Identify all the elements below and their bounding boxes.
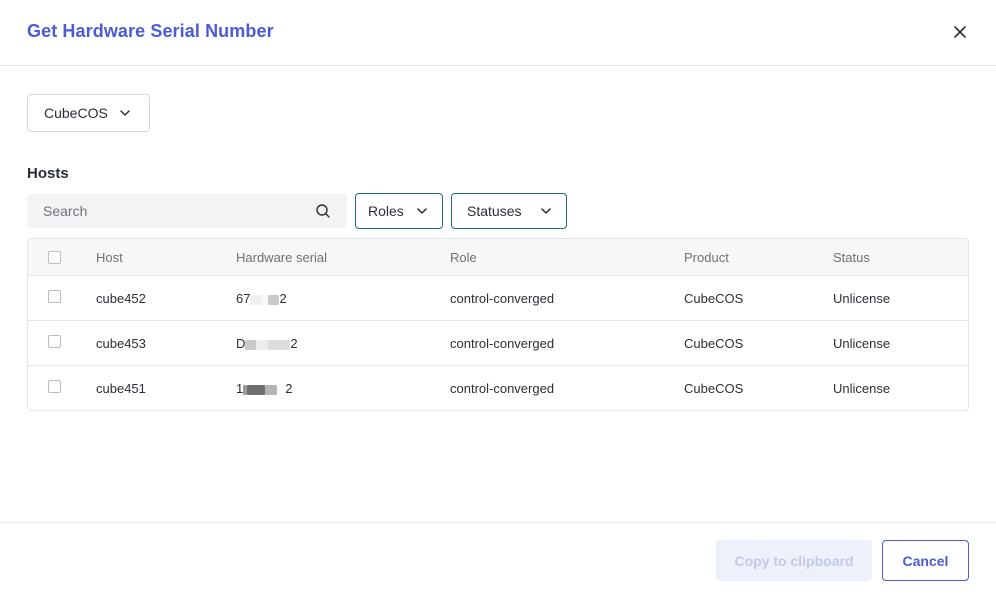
host-cell: cube452 (96, 291, 146, 306)
column-header-status[interactable]: Status (833, 250, 870, 265)
column-header-product[interactable]: Product (684, 250, 729, 265)
chevron-down-icon (541, 208, 551, 214)
statuses-filter-label: Statuses (467, 203, 522, 219)
table-row[interactable]: cube453 D2 control-converged CubeCOS Unl… (28, 321, 968, 366)
table-row[interactable]: cube451 12 control-converged CubeCOS Unl… (28, 366, 968, 410)
select-all-checkbox[interactable] (48, 251, 61, 264)
role-cell: control-converged (450, 336, 555, 351)
role-cell: control-converged (450, 381, 555, 396)
search-box (27, 194, 347, 228)
hosts-heading: Hosts (27, 165, 69, 182)
product-cell: CubeCOS (684, 291, 744, 306)
serial-start: 1 (236, 381, 244, 396)
dialog-header: Get Hardware Serial Number (0, 0, 996, 66)
chevron-down-icon (417, 208, 427, 214)
product-cell: CubeCOS (684, 336, 744, 351)
status-cell: Unlicense (833, 381, 891, 396)
row-checkbox[interactable] (48, 335, 61, 348)
role-cell: control-converged (450, 291, 555, 306)
close-icon (954, 26, 966, 38)
column-header-role[interactable]: Role (450, 250, 477, 265)
product-select[interactable]: CubeCOS (27, 94, 150, 132)
table-header: Host Hardware serial Role Product Status (28, 239, 968, 276)
row-checkbox[interactable] (48, 290, 61, 303)
dialog-footer: Copy to clipboard Cancel (0, 522, 996, 596)
cancel-button[interactable]: Cancel (882, 540, 969, 581)
close-button[interactable] (948, 20, 972, 44)
redacted-block (250, 294, 263, 305)
dialog-title: Get Hardware Serial Number (27, 21, 274, 41)
serial-cell: 67 2 (236, 291, 287, 306)
row-checkbox[interactable] (48, 380, 61, 393)
search-icon[interactable] (315, 203, 331, 219)
status-cell: Unlicense (833, 336, 891, 351)
redacted-block (265, 384, 278, 395)
redacted-block (268, 339, 291, 350)
serial-cell: D2 (236, 336, 298, 351)
statuses-filter-button[interactable]: Statuses (451, 193, 567, 229)
search-input[interactable] (27, 194, 347, 228)
serial-start: D (236, 336, 246, 351)
redacted-block (247, 384, 266, 395)
redacted-block (268, 294, 280, 305)
product-cell: CubeCOS (684, 381, 744, 396)
serial-end: 2 (285, 381, 293, 396)
chevron-down-icon (120, 110, 130, 116)
product-select-value: CubeCOS (44, 105, 108, 121)
redacted-block (245, 339, 257, 350)
roles-filter-label: Roles (368, 203, 404, 219)
serial-end: 2 (279, 291, 287, 306)
column-header-host[interactable]: Host (96, 250, 123, 265)
redacted-block (256, 339, 269, 350)
serial-end: 2 (290, 336, 298, 351)
roles-filter-button[interactable]: Roles (355, 193, 443, 229)
serial-start: 67 (236, 291, 251, 306)
column-header-serial[interactable]: Hardware serial (236, 250, 327, 265)
serial-cell: 12 (236, 381, 292, 396)
status-cell: Unlicense (833, 291, 891, 306)
copy-to-clipboard-button[interactable]: Copy to clipboard (716, 540, 872, 581)
table-row[interactable]: cube452 67 2 control-converged CubeCOS Un… (28, 276, 968, 321)
hosts-table: Host Hardware serial Role Product Status… (27, 238, 969, 411)
host-cell: cube453 (96, 336, 146, 351)
host-cell: cube451 (96, 381, 146, 396)
